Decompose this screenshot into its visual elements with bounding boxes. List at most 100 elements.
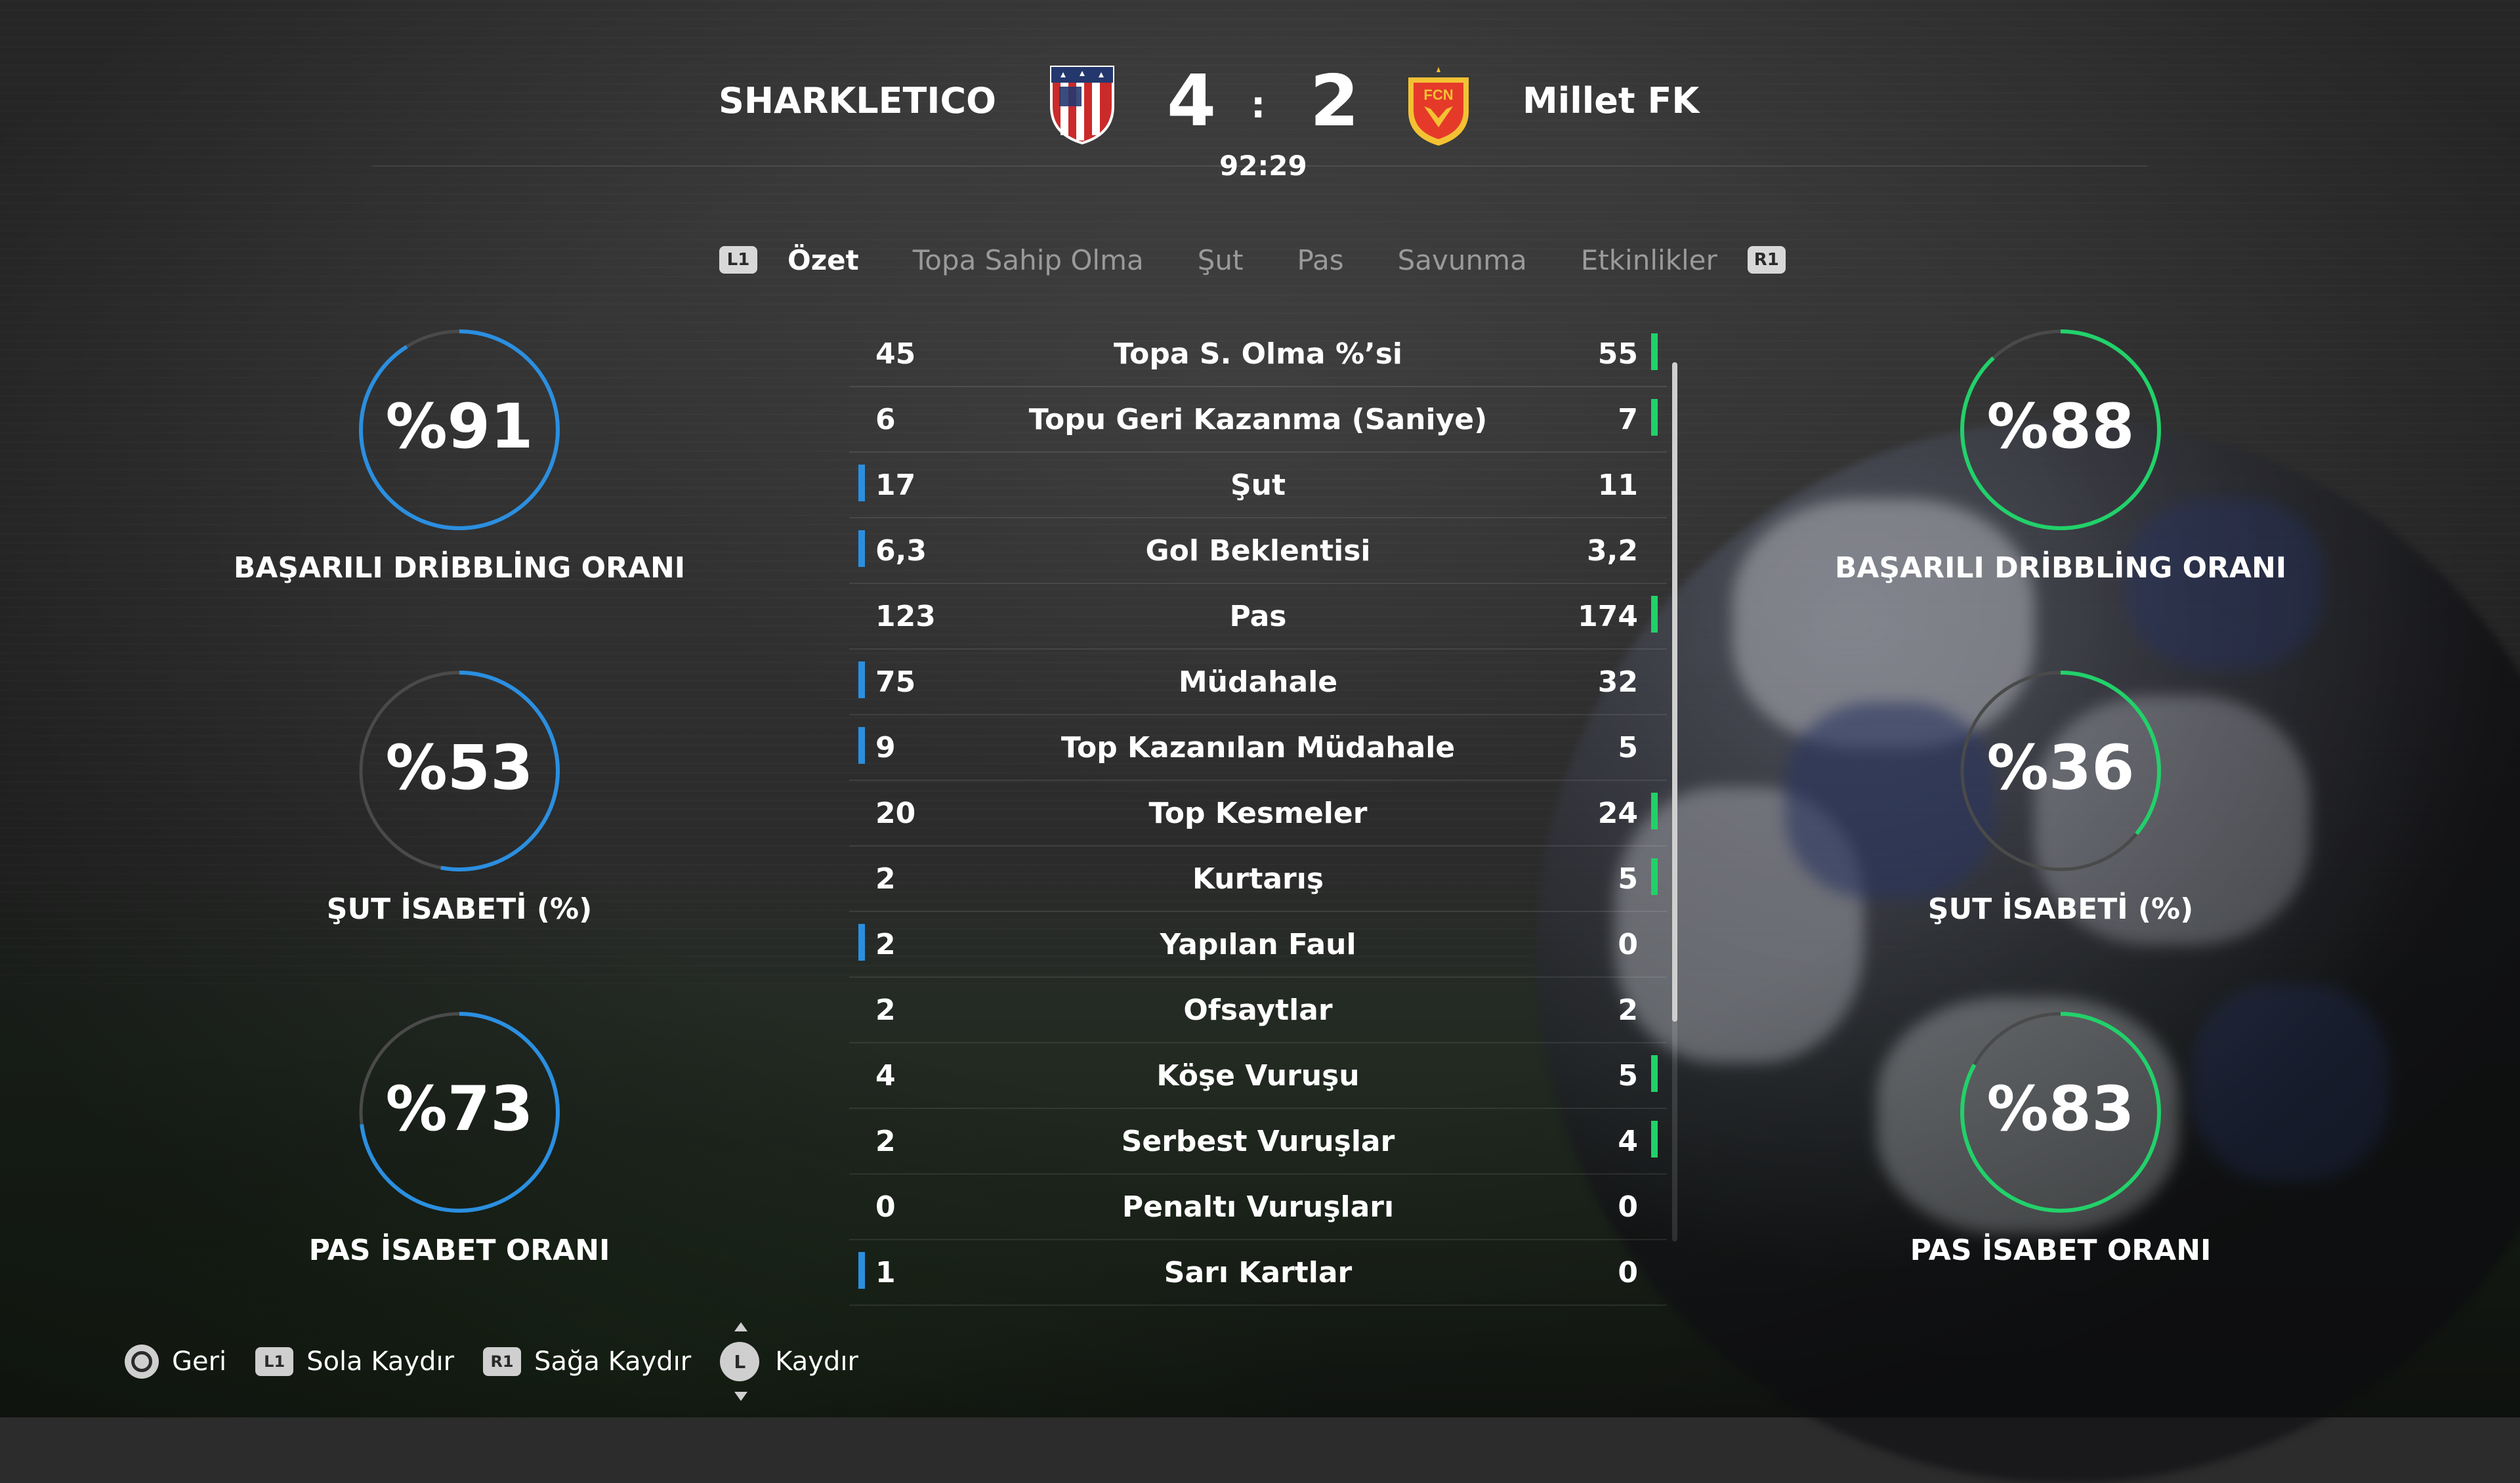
stat-row: Topa S. Olma %’si 45 55	[849, 322, 1667, 387]
l1-button-icon[interactable]: L1	[719, 246, 757, 274]
stat-row: Müdahale 75 32	[849, 650, 1667, 715]
stat-row: Sarı Kartlar 1 0	[849, 1240, 1667, 1306]
score-separator: :	[1251, 84, 1266, 127]
tab-2[interactable]: Topa Sahip Olma	[913, 244, 1144, 276]
arrow-up-icon	[734, 1322, 748, 1331]
home-stat-value: 2	[875, 993, 896, 1027]
home-stat-value: 2	[875, 928, 896, 961]
away-stat-ring: %36 ŞUT İSABETİ (%)	[1831, 669, 2290, 926]
stat-label: Topa S. Olma %’si	[1113, 337, 1403, 371]
stat-row: Penaltı Vuruşları 0 0	[849, 1175, 1667, 1240]
stat-row: Serbest Vuruşlar 2 4	[849, 1109, 1667, 1175]
away-stat-value: 5	[1618, 731, 1638, 764]
home-team-name: SHARKLETICO	[718, 80, 996, 121]
l1-footer-button-icon: L1	[255, 1347, 294, 1376]
away-ring-label: PAS İSABET ORANI	[1910, 1234, 2212, 1267]
away-stat-ring: %83 PAS İSABET ORANI	[1831, 1011, 2290, 1267]
away-ring-label: BAŞARILI DRİBBLİNG ORANI	[1834, 551, 2287, 585]
stat-row: Gol Beklentisi 6,3 3,2	[849, 518, 1667, 584]
home-stat-value: 9	[875, 731, 896, 764]
away-stat-value: 7	[1618, 403, 1638, 436]
scroll-right-control[interactable]: R1 Sağa Kaydır	[483, 1347, 691, 1377]
home-stat-value: 6,3	[875, 534, 927, 568]
home-stat-value: 2	[875, 1125, 896, 1158]
stat-label: Top Kesmeler	[1148, 797, 1368, 830]
scroll-right-label: Sağa Kaydır	[534, 1347, 692, 1377]
home-ring-label: PAS İSABET ORANI	[308, 1234, 610, 1267]
away-stat-value: 24	[1597, 797, 1638, 830]
stat-row: Topu Geri Kazanma (Saniye) 6 7	[849, 387, 1667, 453]
away-ring-value: %36	[1986, 732, 2135, 804]
away-stat-value: 5	[1618, 1059, 1638, 1093]
stat-label: Köşe Vuruşu	[1156, 1059, 1360, 1093]
away-stat-value: 0	[1618, 928, 1638, 961]
footer-controls: Geri L1 Sola Kaydır R1 Sağa Kaydır L Kay…	[125, 1322, 887, 1401]
stats-table: Topa S. Olma %’si 45 55 Topu Geri Kazanma (…	[849, 322, 1667, 1306]
home-stat-ring: %53 ŞUT İSABETİ (%)	[230, 669, 689, 926]
home-stat-value: 75	[875, 665, 916, 699]
stat-label: Serbest Vuruşlar	[1121, 1125, 1395, 1158]
back-label: Geri	[172, 1347, 227, 1377]
circle-button-icon	[125, 1345, 159, 1379]
back-control[interactable]: Geri	[125, 1345, 226, 1379]
away-stat-value: 174	[1578, 600, 1638, 633]
tab-3[interactable]: Şut	[1198, 244, 1244, 276]
home-ring-value: %73	[385, 1074, 534, 1145]
stat-row: Pas 123 174	[849, 584, 1667, 650]
stat-row: Ofsaytlar 2 2	[849, 978, 1667, 1043]
stat-row: Şut 17 11	[849, 453, 1667, 518]
away-stat-value: 55	[1597, 337, 1638, 371]
scroll-left-label: Sola Kaydır	[306, 1347, 455, 1377]
home-stat-value: 20	[875, 797, 916, 830]
scroll-left-control[interactable]: L1 Sola Kaydır	[255, 1347, 454, 1377]
home-ring-label: ŞUT İSABETİ (%)	[326, 892, 593, 926]
r1-button-icon[interactable]: R1	[1747, 246, 1786, 274]
arrow-down-icon	[734, 1392, 748, 1401]
away-score: 2	[1310, 60, 1360, 142]
stat-label: Penaltı Vuruşları	[1122, 1190, 1395, 1224]
tab-1[interactable]: Özet	[788, 244, 859, 276]
stat-label: Kurtarış	[1192, 862, 1324, 896]
home-stat-value: 4	[875, 1059, 896, 1093]
tab-6[interactable]: Etkinlikler	[1581, 244, 1717, 276]
home-stat-value: 1	[875, 1256, 896, 1289]
r1-footer-button-icon: R1	[483, 1347, 522, 1376]
home-ring-label: BAŞARILI DRİBBLİNG ORANI	[233, 551, 686, 585]
stat-label: Yapılan Faul	[1160, 928, 1356, 961]
stat-label: Şut	[1230, 469, 1286, 502]
stat-label: Gol Beklentisi	[1145, 534, 1371, 568]
home-ring-value: %53	[385, 732, 534, 804]
stat-label: Müdahale	[1178, 665, 1338, 699]
away-stat-value: 0	[1618, 1190, 1638, 1224]
away-stat-value: 4	[1618, 1125, 1638, 1158]
tab-5[interactable]: Savunma	[1398, 244, 1527, 276]
away-team-name: Millet FK	[1522, 80, 1700, 121]
scroll-label: Kaydır	[775, 1347, 858, 1377]
away-stat-value: 5	[1618, 862, 1638, 896]
stat-label: Sarı Kartlar	[1164, 1256, 1353, 1289]
stat-label: Topu Geri Kazanma (Saniye)	[1028, 403, 1488, 436]
away-ring-value: %83	[1986, 1074, 2135, 1145]
away-stat-value: 32	[1597, 665, 1638, 699]
home-stat-value: 2	[875, 862, 896, 896]
left-stick-icon: L	[720, 1322, 760, 1401]
stat-row: Yapılan Faul 2 0	[849, 912, 1667, 978]
stat-label: Ofsaytlar	[1183, 993, 1333, 1027]
away-stat-value: 3,2	[1587, 534, 1638, 568]
scroll-control[interactable]: L Kaydır	[720, 1322, 858, 1401]
stats-scrollbar[interactable]	[1672, 362, 1677, 1242]
scrollbar-thumb[interactable]	[1672, 362, 1677, 1022]
stat-label: Top Kazanılan Müdahale	[1060, 731, 1456, 764]
stat-label: Pas	[1229, 600, 1287, 633]
away-team-crest-icon: FCN	[1408, 67, 1469, 146]
home-stat-value: 17	[875, 469, 916, 502]
tab-list: Özet Topa Sahip Olma Şut Pas Savunma Etkinlik…	[788, 244, 1745, 276]
home-stat-value: 45	[875, 337, 916, 371]
tab-4[interactable]: Pas	[1297, 244, 1344, 276]
away-stat-ring: %88 BAŞARILI DRİBBLİNG ORANI	[1831, 328, 2290, 585]
away-stat-value: 0	[1618, 1256, 1638, 1289]
away-ring-value: %88	[1986, 391, 2135, 463]
stat-row: Top Kesmeler 20 24	[849, 781, 1667, 846]
away-crest-text: FCN	[1423, 87, 1453, 103]
header-divider	[371, 165, 2147, 167]
